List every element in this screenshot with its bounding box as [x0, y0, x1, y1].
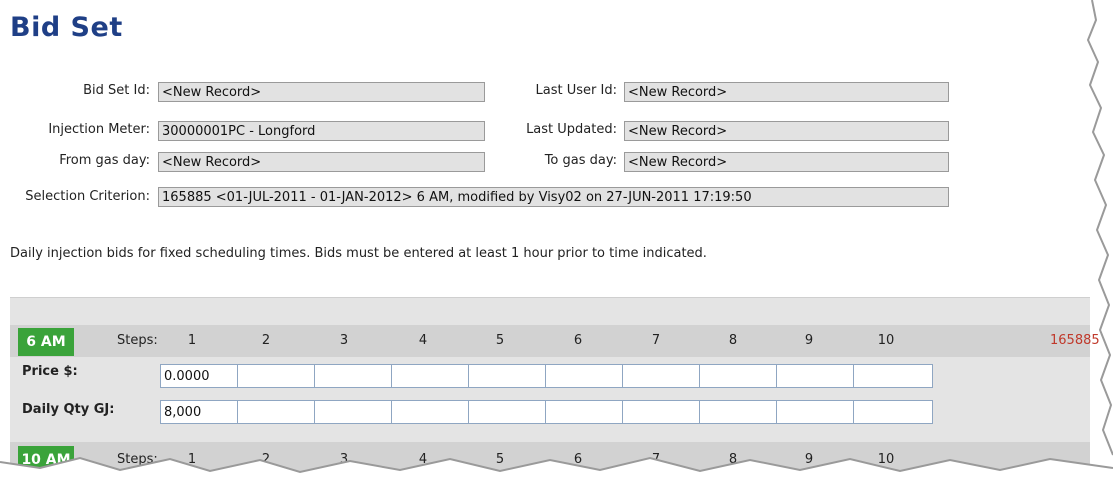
- to-gas-day-field: <New Record>: [624, 152, 949, 172]
- price-input-step-10[interactable]: [853, 364, 933, 388]
- steps-label-10am: Steps:: [117, 452, 158, 467]
- time-badge-10am[interactable]: 10 AM: [18, 446, 74, 474]
- steps-bar-6am: [10, 325, 1090, 357]
- bid-set-id-label: Bid Set Id:: [83, 83, 150, 98]
- step-number: 5: [495, 333, 505, 348]
- to-gas-day-label: To gas day:: [544, 153, 617, 168]
- qty-input-step-6[interactable]: [545, 400, 623, 424]
- price-input-step-1[interactable]: 0.0000: [160, 364, 238, 388]
- instruction-note: Daily injection bids for fixed schedulin…: [10, 246, 707, 261]
- step-number: 4: [418, 333, 428, 348]
- qty-input-step-3[interactable]: [314, 400, 392, 424]
- price-input-step-6[interactable]: [545, 364, 623, 388]
- bid-set-id-field: <New Record>: [158, 82, 485, 102]
- record-id[interactable]: 165885: [1050, 333, 1100, 348]
- step-number: 8: [728, 452, 738, 467]
- daily-qty-label: Daily Qty GJ:: [22, 402, 115, 417]
- price-label: Price $:: [22, 364, 78, 379]
- step-number: 9: [804, 333, 814, 348]
- price-input-step-9[interactable]: [776, 364, 854, 388]
- step-number: 3: [339, 333, 349, 348]
- price-input-step-8[interactable]: [699, 364, 777, 388]
- injection-meter-label: Injection Meter:: [48, 122, 150, 137]
- last-user-id-label: Last User Id:: [535, 83, 617, 98]
- last-updated-label: Last Updated:: [526, 122, 617, 137]
- price-input-step-4[interactable]: [391, 364, 469, 388]
- step-number: 7: [651, 452, 661, 467]
- last-user-id-field: <New Record>: [624, 82, 949, 102]
- price-input-step-7[interactable]: [622, 364, 700, 388]
- step-number: 1: [187, 333, 197, 348]
- qty-input-step-9[interactable]: [776, 400, 854, 424]
- price-input-step-2[interactable]: [237, 364, 315, 388]
- time-badge-6am[interactable]: 6 AM: [18, 328, 74, 356]
- from-gas-day-field: <New Record>: [158, 152, 485, 172]
- step-number: 10: [877, 333, 895, 348]
- selection-criterion-field: 165885 <01-JUL-2011 - 01-JAN-2012> 6 AM,…: [158, 187, 949, 207]
- step-number: 8: [728, 333, 738, 348]
- qty-input-step-2[interactable]: [237, 400, 315, 424]
- page-title: Bid Set: [10, 12, 123, 43]
- step-number: 2: [261, 333, 271, 348]
- step-number: 2: [261, 452, 271, 467]
- step-number: 1: [187, 452, 197, 467]
- last-updated-field: <New Record>: [624, 121, 949, 141]
- price-input-step-5[interactable]: [468, 364, 546, 388]
- qty-input-step-1[interactable]: 8,000: [160, 400, 238, 424]
- qty-input-step-4[interactable]: [391, 400, 469, 424]
- from-gas-day-label: From gas day:: [59, 153, 150, 168]
- step-number: 3: [339, 452, 349, 467]
- qty-input-step-5[interactable]: [468, 400, 546, 424]
- step-number: 5: [495, 452, 505, 467]
- qty-input-step-8[interactable]: [699, 400, 777, 424]
- qty-input-step-10[interactable]: [853, 400, 933, 424]
- injection-meter-field: 30000001PC - Longford: [158, 121, 485, 141]
- step-number: 7: [651, 333, 661, 348]
- step-number: 4: [418, 452, 428, 467]
- step-number: 6: [573, 333, 583, 348]
- price-input-step-3[interactable]: [314, 364, 392, 388]
- step-number: 10: [877, 452, 895, 467]
- qty-input-step-7[interactable]: [622, 400, 700, 424]
- step-number: 9: [804, 452, 814, 467]
- selection-criterion-label: Selection Criterion:: [25, 189, 150, 204]
- steps-bar-10am: [10, 442, 1090, 477]
- step-number: 6: [573, 452, 583, 467]
- steps-label-6am: Steps:: [117, 333, 158, 348]
